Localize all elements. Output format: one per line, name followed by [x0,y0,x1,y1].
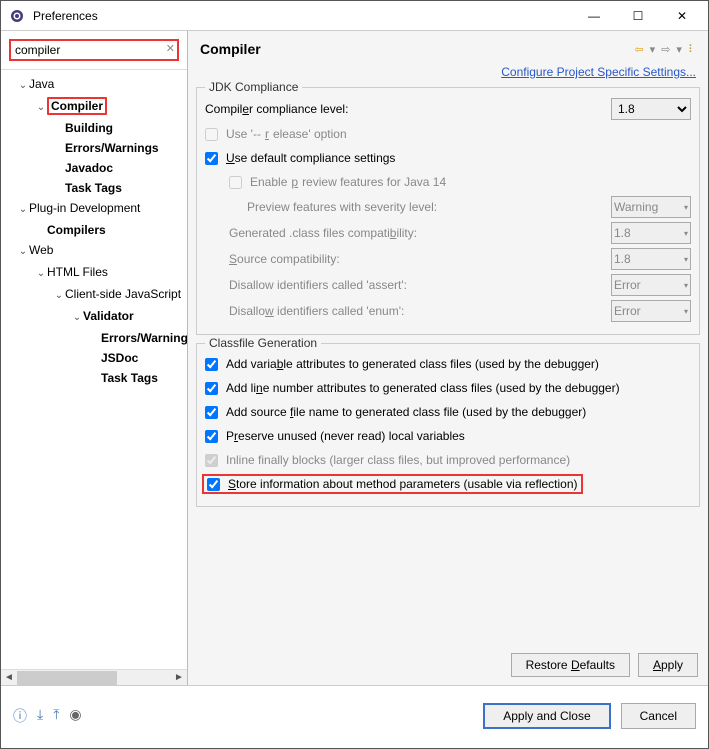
clear-filter-icon[interactable]: ✕ [166,42,175,55]
source-compat-select: 1.8▾ [611,248,691,270]
disallow-enum-select: Error▾ [611,300,691,322]
var-attrs-label: Add variable attributes to generated cla… [226,357,599,371]
enable-preview-checkbox [229,176,242,189]
var-attrs-checkbox[interactable] [205,358,218,371]
maximize-button[interactable]: ☐ [616,2,660,30]
preserve-unused-label: Preserve unused (never read) local varia… [226,429,465,443]
forward-menu-icon[interactable]: ▾ [676,43,682,56]
store-method-label: Store information about method parameter… [228,477,578,491]
use-default-label: Use default compliance settings [226,151,395,165]
store-method-checkbox[interactable] [207,478,220,491]
classfile-group: Classfile Generation Add variable attrib… [196,343,700,507]
hdr-icons: ⇦ ▾ ⇨ ▾ ⠇ [634,43,696,56]
use-release-checkbox [205,128,218,141]
preview-severity-label: Preview features with severity level: [229,200,611,214]
configure-project-link[interactable]: Configure Project Specific Settings... [501,65,696,79]
restore-defaults-button[interactable]: Restore Defaults [511,653,630,677]
jdk-compliance-group: JDK Compliance Compiler compliance level… [196,87,700,335]
back-icon[interactable]: ⇦ [634,43,643,56]
generated-class-label: Generated .class files compatibility: [229,226,611,240]
classfile-group-title: Classfile Generation [205,336,321,350]
sidebar: ✕ ⌄Java ⌄Compiler Building Errors/Warnin… [1,31,188,685]
tree-javadoc[interactable]: Javadoc [9,158,187,178]
source-file-label: Add source file name to generated class … [226,405,586,419]
search-wrap: ✕ [1,31,187,70]
tree-errors-warnings[interactable]: Errors/Warnings [9,138,187,158]
generated-class-select: 1.8▾ [611,222,691,244]
apply-and-close-button[interactable]: Apply and Close [483,703,610,729]
dialog-footer: ⓘ ⤓ ⤒ ◉ Apply and Close Cancel [1,686,708,746]
disallow-assert-select: Error▾ [611,274,691,296]
source-file-checkbox[interactable] [205,406,218,419]
preference-tree: ⌄Java ⌄Compiler Building Errors/Warnings… [1,70,187,669]
import-icon[interactable]: ⤓ [37,706,43,726]
compliance-level-label: Compiler compliance level: [205,102,611,116]
inline-finally-label: Inline finally blocks (larger class file… [226,453,570,467]
tree-errors-warnings2[interactable]: Errors/Warnings [9,328,187,348]
disallow-assert-label: Disallow identifiers called 'assert': [229,278,611,292]
tree-building[interactable]: Building [9,118,187,138]
page-title: Compiler [200,41,634,57]
titlebar: Preferences — ☐ ✕ [1,1,708,31]
tree-task-tags[interactable]: Task Tags [9,178,187,198]
window-title: Preferences [33,9,572,23]
main-panel: Compiler ⇦ ▾ ⇨ ▾ ⠇ Configure Project Spe… [188,31,708,685]
close-button[interactable]: ✕ [660,2,704,30]
tree-web[interactable]: ⌄Web [9,240,187,262]
use-default-checkbox[interactable] [205,152,218,165]
tree-client-js[interactable]: ⌄Client-side JavaScript [9,284,187,306]
record-icon[interactable]: ◉ [69,706,81,726]
filter-input[interactable] [9,39,179,61]
preview-severity-select: Warning▾ [611,196,691,218]
tree-java[interactable]: ⌄Java [9,74,187,96]
compliance-level-select[interactable]: 1.8 [611,98,691,120]
preserve-unused-checkbox[interactable] [205,430,218,443]
minimize-button[interactable]: — [572,2,616,30]
help-icon[interactable]: ⓘ [13,706,27,726]
jdk-group-title: JDK Compliance [205,80,302,94]
tree-plugin-dev[interactable]: ⌄Plug-in Development [9,198,187,220]
line-numbers-label: Add line number attributes to generated … [226,381,620,395]
app-icon [9,8,25,24]
tree-jsdoc[interactable]: JSDoc [9,348,187,368]
tree-task-tags2[interactable]: Task Tags [9,368,187,388]
tree-html-files[interactable]: ⌄HTML Files [9,262,187,284]
sidebar-scrollbar[interactable]: ◄ ► [1,669,187,685]
apply-button[interactable]: Apply [638,653,698,677]
disallow-enum-label: Disallow identifiers called 'enum': [229,304,611,318]
back-menu-icon[interactable]: ▾ [650,43,656,56]
line-numbers-checkbox[interactable] [205,382,218,395]
cancel-button[interactable]: Cancel [621,703,696,729]
export-icon[interactable]: ⤒ [53,706,59,726]
tree-java-compiler[interactable]: ⌄Compiler [9,96,187,118]
inline-finally-checkbox [205,454,218,467]
tree-validator[interactable]: ⌄Validator [9,306,187,328]
menu-icon[interactable]: ⠇ [688,43,696,56]
forward-icon[interactable]: ⇨ [661,43,670,56]
source-compat-label: Source compatibility: [229,252,611,266]
tree-compilers[interactable]: Compilers [9,220,187,240]
